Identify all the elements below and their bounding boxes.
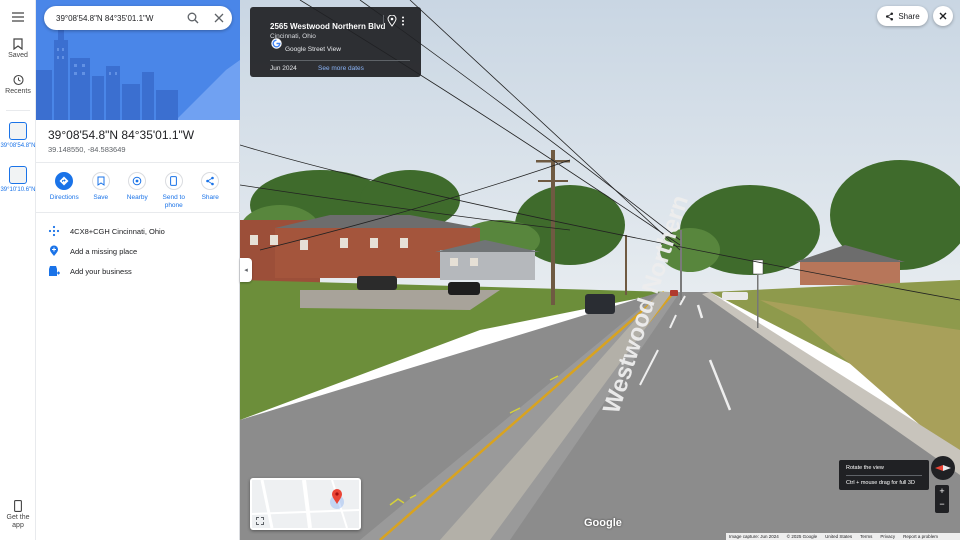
directions-label: Directions	[49, 194, 79, 201]
region-link[interactable]: United States	[825, 534, 852, 539]
bookmark-icon	[13, 38, 23, 50]
card-divider	[270, 60, 410, 61]
search-icon[interactable]	[186, 11, 200, 25]
rotate-tooltip: Rotate the view Ctrl + mouse drag for fu…	[839, 460, 929, 490]
phone-icon	[14, 500, 22, 512]
rotate-tooltip-hint: Ctrl + mouse drag for full 3D	[846, 480, 915, 486]
mini-map-graphic	[252, 480, 359, 528]
rotate-tooltip-title: Rotate the view	[846, 465, 884, 471]
business-icon	[49, 266, 60, 276]
get-app-label: Get the app	[6, 514, 30, 529]
menu-button[interactable]	[0, 12, 36, 24]
close-icon[interactable]	[212, 11, 226, 25]
google-street-view-logo-icon	[271, 38, 282, 49]
rail-divider	[6, 110, 30, 111]
bookmark-icon	[97, 176, 105, 186]
add-missing-place-text: Add a missing place	[70, 246, 138, 256]
google-logo: Google	[584, 517, 622, 529]
expand-map-icon[interactable]	[256, 517, 264, 525]
search-input[interactable]	[56, 13, 180, 23]
street-view-source: Google Street View	[285, 46, 341, 53]
share-button[interactable]: Share	[192, 172, 229, 210]
copyright-text: © 2025 Google	[786, 534, 818, 539]
collapse-panel-button[interactable]: ◂	[240, 258, 252, 282]
address-title[interactable]: 2565 Westwood Northern Blvd	[270, 22, 385, 31]
card-separator	[383, 15, 384, 27]
nearby-icon	[132, 176, 142, 186]
location-pin-icon[interactable]	[387, 15, 397, 27]
zoom-out-button[interactable]: −	[935, 498, 949, 511]
send-to-phone-button[interactable]: Send to phone	[156, 172, 193, 210]
map-footer: Image capture: Jun 2024 © 2025 Google Un…	[726, 533, 960, 540]
share-icon	[206, 176, 215, 186]
left-rail: Saved Recents 39°08'54.8"N 39°10'10.6"N …	[0, 0, 36, 540]
street-view-address-card: 2565 Westwood Northern Blvd Cincinnati, …	[250, 7, 421, 77]
directions-icon	[59, 176, 69, 186]
close-street-view-button[interactable]	[933, 6, 953, 26]
recent-place-2[interactable]	[9, 166, 27, 184]
search-box[interactable]	[44, 6, 232, 30]
add-business-text: Add your business	[70, 266, 132, 276]
share-label: Share	[201, 194, 219, 201]
nearby-label: Nearby	[126, 194, 148, 201]
place-title: 39°08'54.8"N 84°35'01.1"W	[48, 128, 195, 142]
share-button-label: Share	[898, 11, 920, 21]
plus-code-row[interactable]: 4CX8+CGH Cincinnati, Ohio	[48, 223, 238, 239]
street-scene: Westwood Northern	[240, 0, 960, 540]
street-view-image[interactable]: Westwood Northern	[240, 0, 960, 540]
tooltip-divider	[846, 475, 922, 476]
panel-divider	[36, 212, 240, 213]
privacy-link[interactable]: Privacy	[880, 534, 895, 539]
history-icon	[13, 74, 24, 86]
add-business-row[interactable]: Add your business	[48, 263, 238, 279]
add-missing-place-row[interactable]: Add a missing place	[48, 243, 238, 259]
maps-app: Saved Recents 39°08'54.8"N 39°10'10.6"N …	[0, 0, 960, 540]
zoom-controls: + −	[935, 485, 949, 513]
place-coordinates: 39.148550, -84.583649	[48, 145, 126, 154]
compass-icon	[935, 465, 951, 471]
more-vert-icon[interactable]	[401, 16, 405, 26]
save-button[interactable]: Save	[83, 172, 120, 210]
recent-place-2-label[interactable]: 39°10'10.6"N	[0, 186, 36, 194]
image-capture-text: Image capture: Jun 2024	[729, 534, 779, 539]
recents-label: Recents	[5, 88, 31, 95]
saved-button[interactable]: Saved	[0, 38, 36, 59]
street-view-share-button[interactable]: Share	[877, 6, 928, 26]
recents-button[interactable]: Recents	[0, 74, 36, 95]
zoom-in-button[interactable]: +	[935, 485, 949, 498]
saved-label: Saved	[8, 52, 28, 59]
hero-illustration	[36, 0, 240, 120]
panel-divider	[36, 162, 240, 163]
report-problem-link[interactable]: Report a problem	[903, 534, 938, 539]
see-more-dates-link[interactable]: See more dates	[318, 65, 364, 72]
close-icon	[939, 12, 947, 20]
directions-button[interactable]: Directions	[46, 172, 83, 210]
share-icon	[886, 12, 894, 20]
terms-link[interactable]: Terms	[860, 534, 872, 539]
plus-code-icon	[48, 225, 60, 237]
recent-place-1-label[interactable]: 39°08'54.8"N	[0, 142, 36, 150]
compass-button[interactable]	[931, 456, 955, 480]
capture-date: Jun 2024	[270, 65, 297, 72]
save-label: Save	[93, 194, 109, 201]
mini-map[interactable]	[250, 478, 361, 530]
menu-icon	[12, 12, 24, 22]
send-to-phone-label: Send to phone	[162, 194, 185, 209]
get-app-button[interactable]: Get the app	[0, 500, 36, 530]
phone-icon	[170, 176, 178, 186]
chevron-left-icon: ◂	[244, 267, 248, 274]
nearby-button[interactable]: Nearby	[119, 172, 156, 210]
place-panel: 39°08'54.8"N 84°35'01.1"W 39.148550, -84…	[36, 0, 240, 540]
add-location-icon	[50, 245, 58, 256]
action-bar: Directions Save Nearby Send to phone Sha…	[46, 172, 236, 210]
plus-code-text: 4CX8+CGH Cincinnati, Ohio	[70, 226, 165, 236]
recent-place-1[interactable]	[9, 122, 27, 140]
